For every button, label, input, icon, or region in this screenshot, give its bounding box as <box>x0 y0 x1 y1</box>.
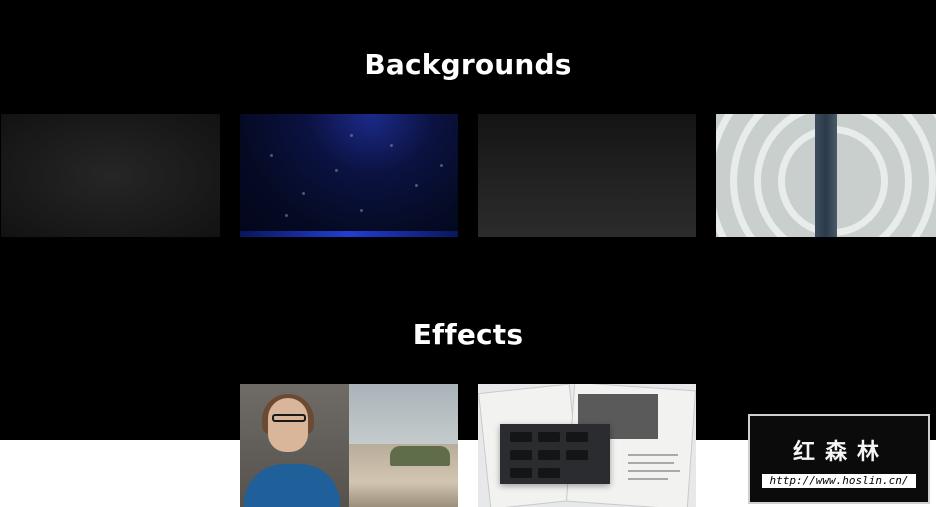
key <box>510 450 532 460</box>
key <box>566 432 588 442</box>
glasses-icon <box>272 414 306 422</box>
key <box>510 432 532 442</box>
keyboard-photo <box>500 424 610 484</box>
watermark-logo: 红森林 http://www.hoslin.cn/ <box>748 414 930 504</box>
effect-thumbnail-keyboard-newspaper[interactable] <box>478 384 696 507</box>
particle <box>415 184 418 187</box>
key <box>538 450 560 460</box>
particle <box>440 164 443 167</box>
background-thumbnail-blue-particles[interactable] <box>240 114 458 237</box>
effects-heading: Effects <box>412 318 524 351</box>
particle <box>360 209 363 212</box>
stair-shaft <box>815 114 837 237</box>
backgrounds-heading: Backgrounds <box>364 48 572 81</box>
trees <box>390 446 450 466</box>
watermark-url: http://www.hoslin.cn/ <box>762 474 916 488</box>
text-line <box>628 454 678 456</box>
effect-thumbnail-woman-city[interactable] <box>240 384 458 507</box>
particle <box>390 144 393 147</box>
particle <box>285 214 288 217</box>
particle <box>350 134 353 137</box>
background-thumbnail-dark-gradient[interactable] <box>478 114 696 237</box>
particle <box>302 192 305 195</box>
text-line <box>628 478 668 480</box>
blue-glow-edge <box>240 231 458 237</box>
particle <box>335 169 338 172</box>
key <box>538 468 560 478</box>
key <box>566 450 588 460</box>
background-thumbnail-spiral-staircase[interactable] <box>716 114 936 237</box>
key <box>510 468 532 478</box>
text-line <box>628 470 680 472</box>
key <box>538 432 560 442</box>
face <box>268 398 308 452</box>
background-thumbnail-dark-grain[interactable] <box>1 114 220 237</box>
particle <box>270 154 273 157</box>
watermark-brand: 红森林 <box>792 440 889 465</box>
text-line <box>628 462 674 464</box>
